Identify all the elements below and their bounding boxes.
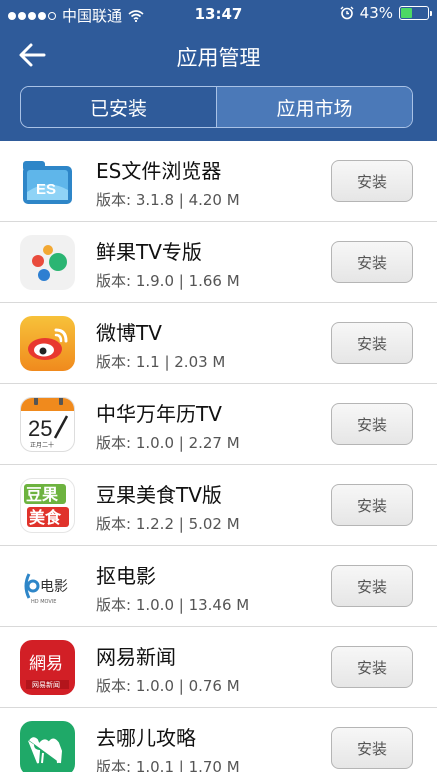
status-right: 43% [340,4,432,22]
list-item: 去哪儿攻略 版本: 1.0.1 | 1.70 M 安装 [0,708,437,772]
app-version: 版本: 1.2.2 | 5.02 M [96,515,240,533]
install-button[interactable]: 安装 [331,565,413,607]
app-version: 版本: 1.1 | 2.03 M [96,353,226,371]
app-version: 版本: 1.0.1 | 1.70 M [96,758,240,772]
list-item: 鲜果TV专版 版本: 1.9.0 | 1.66 M 安装 [0,222,437,303]
weibo-icon [20,316,75,371]
install-button[interactable]: 安装 [331,241,413,283]
wifi-icon [128,9,144,22]
install-button[interactable]: 安装 [331,646,413,688]
install-button[interactable]: 安装 [331,322,413,364]
kou-movie-icon: 电影 HD MOVIE [20,559,75,614]
calendar-icon: 25 正月二十 [20,397,75,452]
app-version: 版本: 1.0.0 | 13.46 M [96,596,250,614]
segmented-control: 已安装 应用市场 [20,86,413,128]
kou-movie-sub-label: HD MOVIE [31,599,56,605]
list-item: 網易 网易新闻 网易新闻 版本: 1.0.0 | 0.76 M 安装 [0,627,437,708]
tab-installed[interactable]: 已安装 [21,87,216,127]
netease-label: 網易 [29,654,63,674]
app-version: 版本: 1.0.0 | 0.76 M [96,677,240,695]
tab-app-market[interactable]: 应用市场 [216,87,412,127]
douguo-icon: 豆果 美食 [20,478,75,533]
netease-news-icon: 網易 网易新闻 [20,640,75,695]
status-left: 中国联通 [8,5,144,26]
signal-dot [8,11,16,20]
app-name: 网易新闻 [96,645,176,669]
install-button[interactable]: 安装 [331,160,413,202]
calendar-day-label: 25 [28,416,52,441]
xianguo-tv-icon [20,235,75,290]
battery-icon [399,6,432,20]
svg-text:ES: ES [36,181,56,198]
battery-fill [401,8,413,18]
signal-dot [18,11,26,20]
app-name: 去哪儿攻略 [96,726,196,750]
app-version: 版本: 3.1.8 | 4.20 M [96,191,240,209]
list-item: 微博TV 版本: 1.1 | 2.03 M 安装 [0,303,437,384]
app-name: 豆果美食TV版 [96,483,222,507]
list-item: 电影 HD MOVIE 抠电影 版本: 1.0.0 | 13.46 M 安装 [0,546,437,627]
signal-dot [48,11,56,20]
app-list: ES ES文件浏览器 版本: 3.1.8 | 4.20 M 安装 鲜果TV专版 … [0,141,437,772]
install-button[interactable]: 安装 [331,403,413,445]
list-item: 25 正月二十 中华万年历TV 版本: 1.0.0 | 2.27 M 安装 [0,384,437,465]
status-bar: 中国联通 13:47 43% [0,0,437,28]
kou-movie-label: 电影 [40,579,68,595]
app-name: 抠电影 [96,564,156,588]
app-name: 中华万年历TV [96,402,222,426]
es-file-explorer-icon: ES [20,154,75,209]
install-button[interactable]: 安装 [331,727,413,769]
app-name: 微博TV [96,321,162,345]
netease-sub-label: 网易新闻 [32,680,60,689]
calendar-sub-label: 正月二十 [30,441,54,449]
app-version: 版本: 1.0.0 | 2.27 M [96,434,240,452]
navigation-bar: 应用管理 [0,28,437,82]
carrier-name: 中国联通 [62,7,123,25]
app-version: 版本: 1.9.0 | 1.66 M [96,272,240,290]
alarm-clock-icon [340,6,354,20]
list-item: 豆果 美食 豆果美食TV版 版本: 1.2.2 | 5.02 M 安装 [0,465,437,546]
battery-percent: 43% [359,4,393,22]
signal-dot [38,11,46,20]
app-name: ES文件浏览器 [96,159,222,183]
douguo-line1-label: 豆果 [26,485,58,504]
page-title: 应用管理 [176,46,261,70]
list-item: ES ES文件浏览器 版本: 3.1.8 | 4.20 M 安装 [0,141,437,222]
app-name: 鲜果TV专版 [96,240,202,264]
install-button[interactable]: 安装 [331,484,413,526]
qunar-icon [20,721,75,772]
douguo-line2-label: 美食 [29,508,62,527]
signal-dot [28,11,36,20]
signal-strength-icon [8,11,56,20]
